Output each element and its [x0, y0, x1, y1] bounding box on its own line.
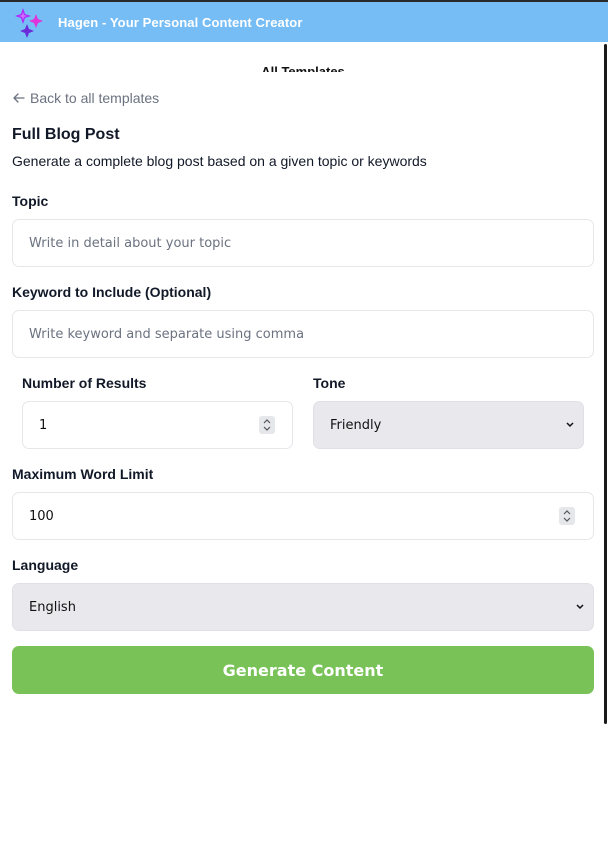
chevron-down-icon [566, 422, 574, 428]
max-words-value: 100 [29, 508, 54, 524]
tone-label: Tone [313, 375, 346, 391]
keyword-label: Keyword to Include (Optional) [12, 284, 212, 300]
sparkle-logo-icon[interactable] [12, 6, 46, 40]
max-words-label: Maximum Word Limit [12, 466, 154, 482]
language-selected-value: English [29, 599, 76, 615]
stepper-arrows-icon [563, 510, 571, 522]
max-words-stepper[interactable] [559, 507, 575, 525]
num-results-value: 1 [39, 417, 48, 433]
chevron-down-icon [576, 604, 584, 610]
num-results-label: Number of Results [22, 375, 147, 391]
all-templates-heading: All Templates [0, 64, 606, 72]
arrow-left-icon [13, 93, 25, 103]
back-link-label: Back to all templates [30, 90, 160, 106]
back-to-templates-link[interactable]: Back to all templates [12, 90, 159, 106]
generate-content-button[interactable]: Generate Content [12, 646, 594, 694]
num-results-stepper[interactable] [259, 416, 275, 434]
stepper-arrows-icon [263, 419, 271, 431]
app-header: Hagen - Your Personal Content Creator [0, 0, 608, 42]
template-title: Full Blog Post [12, 126, 120, 143]
scrollbar-thumb[interactable] [604, 44, 607, 724]
all-templates-label: All Templates [261, 64, 345, 72]
template-description: Generate a complete blog post based on a… [12, 153, 427, 169]
app-title: Hagen - Your Personal Content Creator [58, 15, 303, 30]
topic-label: Topic [12, 193, 49, 209]
num-results-input[interactable]: 1 [22, 401, 293, 449]
tone-selected-value: Friendly [330, 417, 382, 433]
keyword-input[interactable] [12, 310, 594, 358]
tone-select[interactable]: Friendly [313, 401, 584, 449]
language-select[interactable]: English [12, 583, 594, 631]
max-words-input[interactable]: 100 [12, 492, 594, 540]
language-label: Language [12, 557, 79, 573]
topic-input[interactable] [12, 219, 594, 267]
